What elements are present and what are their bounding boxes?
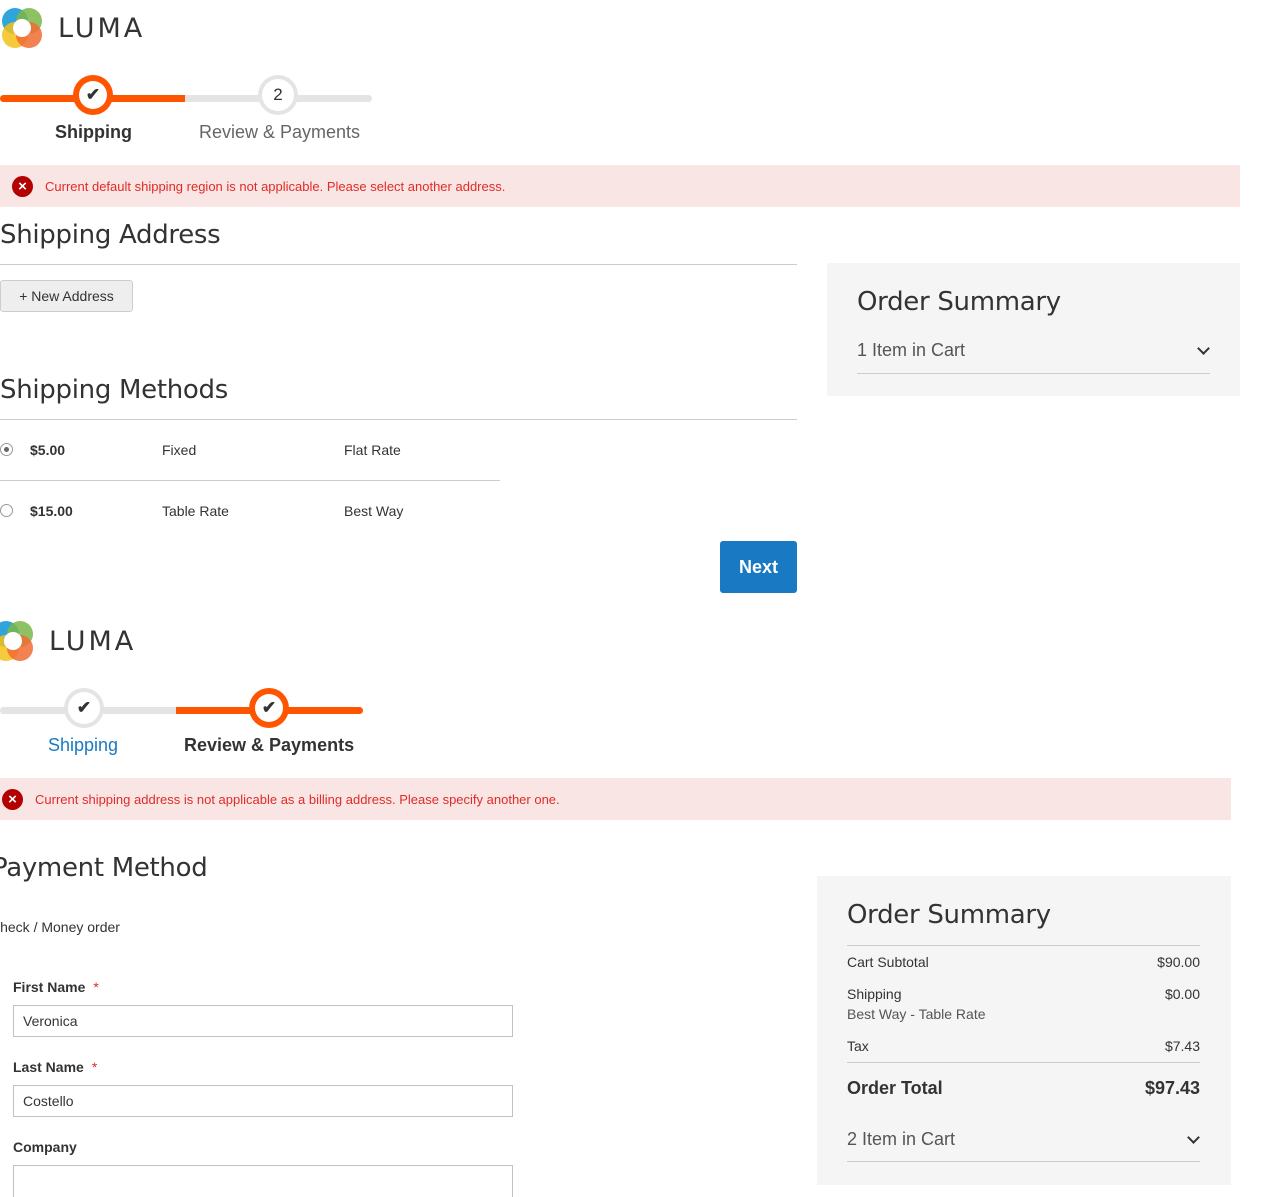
tax-label: Tax (847, 1038, 869, 1054)
luma-logo[interactable]: LUMA (0, 619, 136, 663)
error-text: Current default shipping region is not a… (45, 178, 506, 194)
order-total-label: Order Total (847, 1078, 943, 1098)
new-address-button[interactable]: + New Address (0, 280, 133, 312)
carrier-title: Flat Rate (344, 442, 401, 458)
items-in-cart-label: 2 Item in Cart (847, 1129, 956, 1149)
divider (847, 1062, 1200, 1063)
step-review-indicator: 2 (258, 75, 298, 115)
step-shipping-link[interactable]: Shipping (48, 735, 118, 756)
chevron-down-icon (1187, 1131, 1200, 1144)
method-title: Table Rate (162, 503, 229, 519)
first-name-field[interactable]: Veronica (13, 1005, 513, 1037)
luma-logo-icon (0, 621, 33, 661)
step-review-label: Review & Payments (184, 735, 355, 755)
divider (0, 480, 500, 481)
order-total-value: $97.43 (1144, 1078, 1200, 1098)
method-price: $5.00 (30, 442, 66, 458)
step-shipping-indicator[interactable]: ✔ (64, 688, 104, 728)
step-shipping-label: Shipping (55, 122, 132, 142)
chevron-down-icon (1197, 342, 1210, 355)
items-in-cart-label: 1 Item in Cart (857, 340, 966, 360)
checkmark-icon: ✔ (76, 698, 92, 717)
divider (0, 264, 797, 265)
step-shipping-indicator: ✔ (73, 75, 113, 115)
luma-logo-icon (2, 8, 42, 48)
divider (0, 419, 797, 420)
error-text: Current shipping address is not applicab… (35, 791, 560, 807)
brand-name: LUMA (49, 625, 137, 657)
error-message: × Current default shipping region is not… (0, 165, 1240, 207)
divider (857, 373, 1210, 374)
shipping-value: $0.00 (1164, 986, 1200, 1002)
last-name-label: Last Name * (13, 1059, 98, 1075)
shipping-method-name: Best Way - Table Rate (847, 1006, 986, 1022)
error-message: × Current shipping address is not applic… (0, 778, 1231, 820)
step-review-indicator: ✔ (249, 688, 289, 728)
shipping-address-title: Shipping Address (0, 220, 221, 250)
divider (847, 945, 1200, 946)
checkmark-icon: ✔ (261, 698, 277, 717)
brand-name: LUMA (58, 12, 146, 44)
shipping-label: Shipping (847, 986, 902, 1002)
shipping-method-radio[interactable] (0, 443, 13, 456)
order-summary: Order Summary 1 Item in Cart (827, 263, 1240, 396)
tax-value: $7.43 (1164, 1038, 1200, 1054)
next-button[interactable]: Next (720, 541, 797, 593)
first-name-label: First Name * (13, 979, 99, 995)
cart-subtotal-value: $90.00 (1157, 954, 1200, 970)
method-title: Fixed (162, 442, 197, 458)
shipping-methods-title: Shipping Methods (0, 375, 228, 405)
order-summary-title: Order Summary (847, 900, 1051, 930)
company-field[interactable] (13, 1165, 513, 1197)
step-number: 2 (273, 85, 283, 104)
cart-subtotal-label: Cart Subtotal (847, 954, 929, 970)
divider (847, 1161, 1200, 1162)
luma-logo[interactable]: LUMA (0, 6, 145, 50)
last-name-field[interactable]: Costello (13, 1085, 513, 1117)
error-icon: × (2, 788, 23, 810)
checkmark-icon: ✔ (85, 85, 101, 104)
order-summary: Order Summary Cart Subtotal $90.00 Shipp… (817, 876, 1231, 1185)
method-price: $15.00 (30, 503, 73, 519)
shipping-method-radio[interactable] (0, 504, 13, 517)
payment-option-label[interactable]: Check / Money order (0, 919, 120, 935)
carrier-title: Best Way (344, 503, 404, 519)
payment-method-title: Payment Method (0, 853, 208, 883)
step-review-label: Review & Payments (199, 122, 361, 142)
error-icon: × (12, 175, 33, 197)
company-label: Company (13, 1139, 77, 1155)
order-summary-title: Order Summary (857, 287, 1061, 317)
